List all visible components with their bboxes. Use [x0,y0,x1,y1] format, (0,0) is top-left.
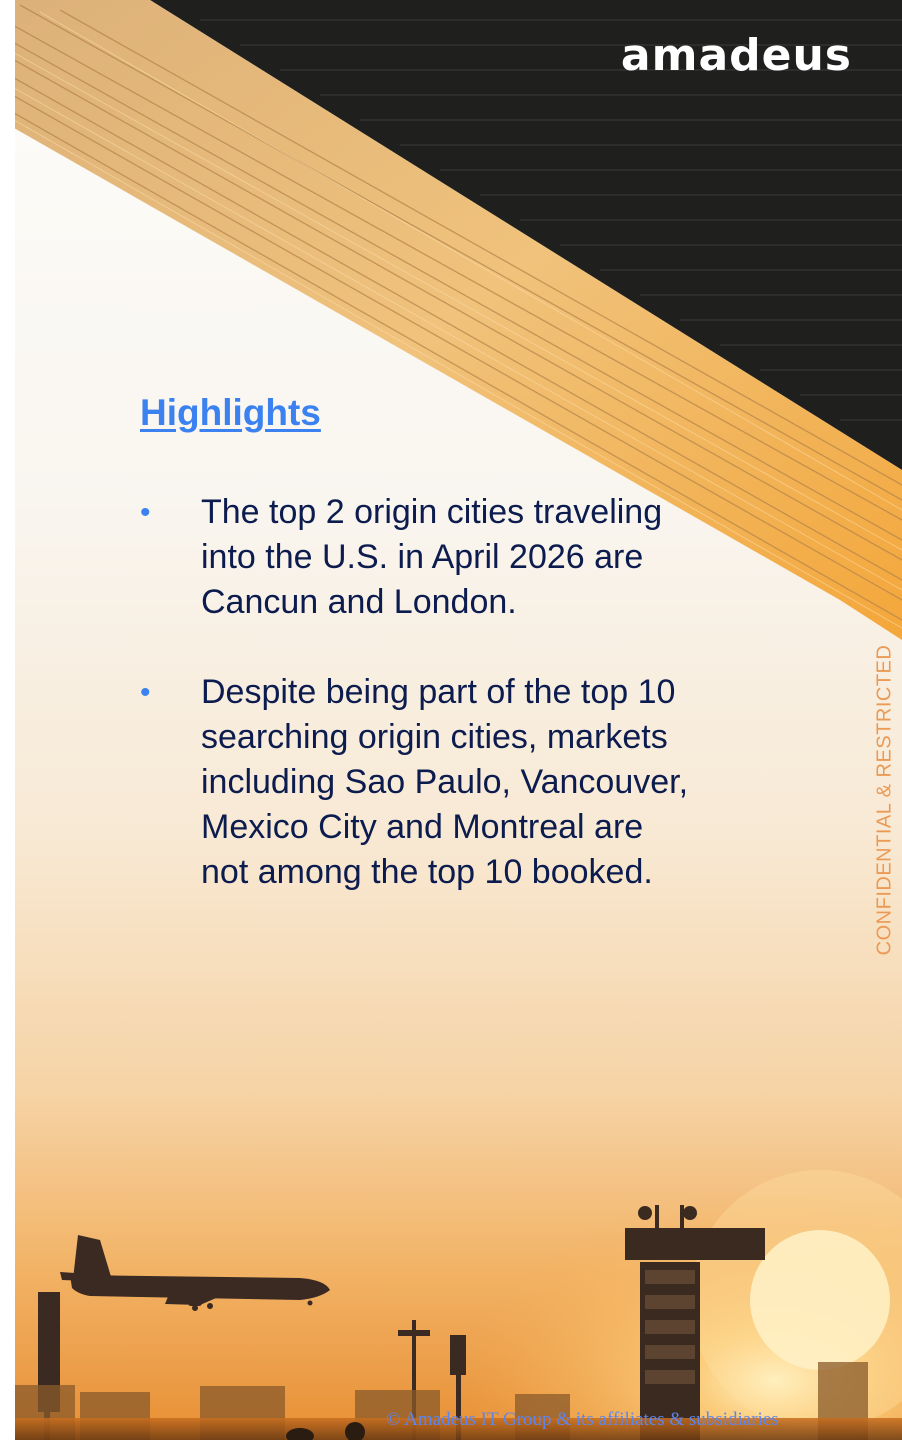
list-item-text: The top 2 origin cities traveling into t… [201,493,663,621]
confidential-label: CONFIDENTIAL & RESTRICTED [873,644,896,956]
footer-copyright: © Amadeus IT Group & its affiliates & su… [386,1409,779,1430]
left-margin-strip [0,0,15,1440]
list-item: • The top 2 origin cities traveling into… [140,490,700,625]
highlights-title: Highlights [140,392,321,433]
slide: amadeus Highlights • The top 2 origin ci… [0,0,902,1440]
list-item: • Despite being part of the top 10 searc… [140,670,700,895]
bullet-dot-icon: • [140,676,151,709]
amadeus-logo: amadeus [620,30,852,81]
list-item-text: Despite being part of the top 10 searchi… [201,673,689,891]
bullet-dot-icon: • [140,496,151,529]
highlights-list: • The top 2 origin cities traveling into… [140,490,700,940]
